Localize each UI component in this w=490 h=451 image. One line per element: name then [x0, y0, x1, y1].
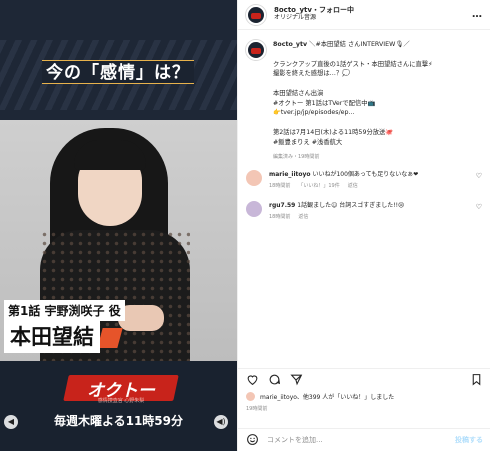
media-question: 今の「感情」は？ — [46, 63, 190, 83]
comment-like-icon[interactable]: ♡ — [476, 172, 482, 191]
more-options-icon[interactable]: … — [472, 9, 482, 20]
post-date: 19時間前 — [246, 406, 268, 412]
like-icon[interactable] — [246, 373, 259, 386]
caption-text: ＼#本田望結 さんINTERVIEW🎙／ クランクアップ直後の1話ゲスト・本田望… — [273, 41, 433, 146]
comment-like-icon[interactable]: ♡ — [476, 203, 482, 222]
post-media[interactable]: 今の「感情」は？ 第1話 宇野渕咲子 役 本田望結 オクトー 感情捜査官 心野朱… — [0, 0, 237, 451]
edited-timestamp: 編集済み・19時間前 — [273, 154, 320, 161]
comment-avatar[interactable] — [246, 200, 262, 217]
action-bar: marie_iitoyo、他399 人が「いいね！」しました 19時間前 — [238, 368, 490, 416]
likes-summary[interactable]: marie_iitoyo、他399 人が「いいね！」しました — [246, 392, 483, 401]
post-caption: 8octo_ytv ＼#本田望結 さんINTERVIEW🎙／ クランクアップ直後… — [238, 30, 490, 147]
comment-avatar[interactable] — [246, 170, 262, 187]
media-caption-role: 第1話 宇野渕咲子 役 — [4, 300, 125, 321]
comment-input[interactable]: コメントを追加... — [267, 435, 447, 445]
person-hands — [118, 305, 164, 331]
media-caption-name: 本田望結 — [4, 320, 100, 353]
play-pause-icon[interactable]: ◀ — [4, 415, 18, 429]
comment-time: 18時間前 — [269, 183, 291, 190]
person-bangs — [74, 140, 146, 170]
liker-avatar — [246, 392, 255, 401]
audio-label[interactable]: オリジナル音源 — [274, 14, 354, 22]
volume-icon[interactable]: ◀) — [214, 415, 228, 429]
bookmark-icon[interactable] — [470, 373, 483, 386]
show-logo-subtitle: 感情捜査官 心野朱梨 — [97, 398, 145, 404]
share-icon[interactable] — [290, 373, 303, 386]
comment: rgu7.59 1話観ました☺ 台詞スゴすぎました!!😢 18時間前 返信 ♡ — [238, 200, 490, 222]
comment-time: 18時間前 — [269, 213, 291, 220]
emoji-icon[interactable] — [246, 431, 259, 450]
likes-text[interactable]: marie_iitoyo、他399 人が「いいね！」しました — [260, 392, 394, 401]
post-panel: 8octo_ytv・フォロー中 オリジナル音源 … 8octo_ytv ＼#本田… — [237, 0, 490, 451]
comment-composer: コメントを追加... 投稿する — [238, 428, 490, 451]
media-schedule: 毎週木曜よる11時59分 — [53, 414, 184, 428]
follow-status[interactable]: ・フォロー中 — [312, 6, 354, 15]
comment-username[interactable]: marie_iitoyo — [269, 171, 311, 178]
caption-avatar[interactable] — [246, 40, 266, 60]
comment: marie_iitoyo いいねが100個あっても足りないなぁ❤ 18時間前 「い… — [238, 170, 490, 191]
comment-likes[interactable]: 「いいね！」19件 — [298, 183, 339, 189]
comment-text: いいねが100個あっても足りないなぁ❤ — [312, 171, 419, 179]
post-header: 8octo_ytv・フォロー中 オリジナル音源 … — [238, 0, 490, 30]
reply-button[interactable]: 返信 — [298, 214, 308, 220]
avatar[interactable] — [246, 4, 266, 25]
comment-username[interactable]: rgu7.59 — [269, 202, 295, 209]
reply-button[interactable]: 返信 — [348, 183, 358, 189]
comment-icon[interactable] — [268, 373, 281, 386]
post-comment-button[interactable]: 投稿する — [455, 435, 483, 445]
comment-text: 1話観ました☺ 台詞スゴすぎました!!😢 — [297, 201, 405, 209]
caption-username[interactable]: 8octo_ytv — [273, 41, 307, 48]
